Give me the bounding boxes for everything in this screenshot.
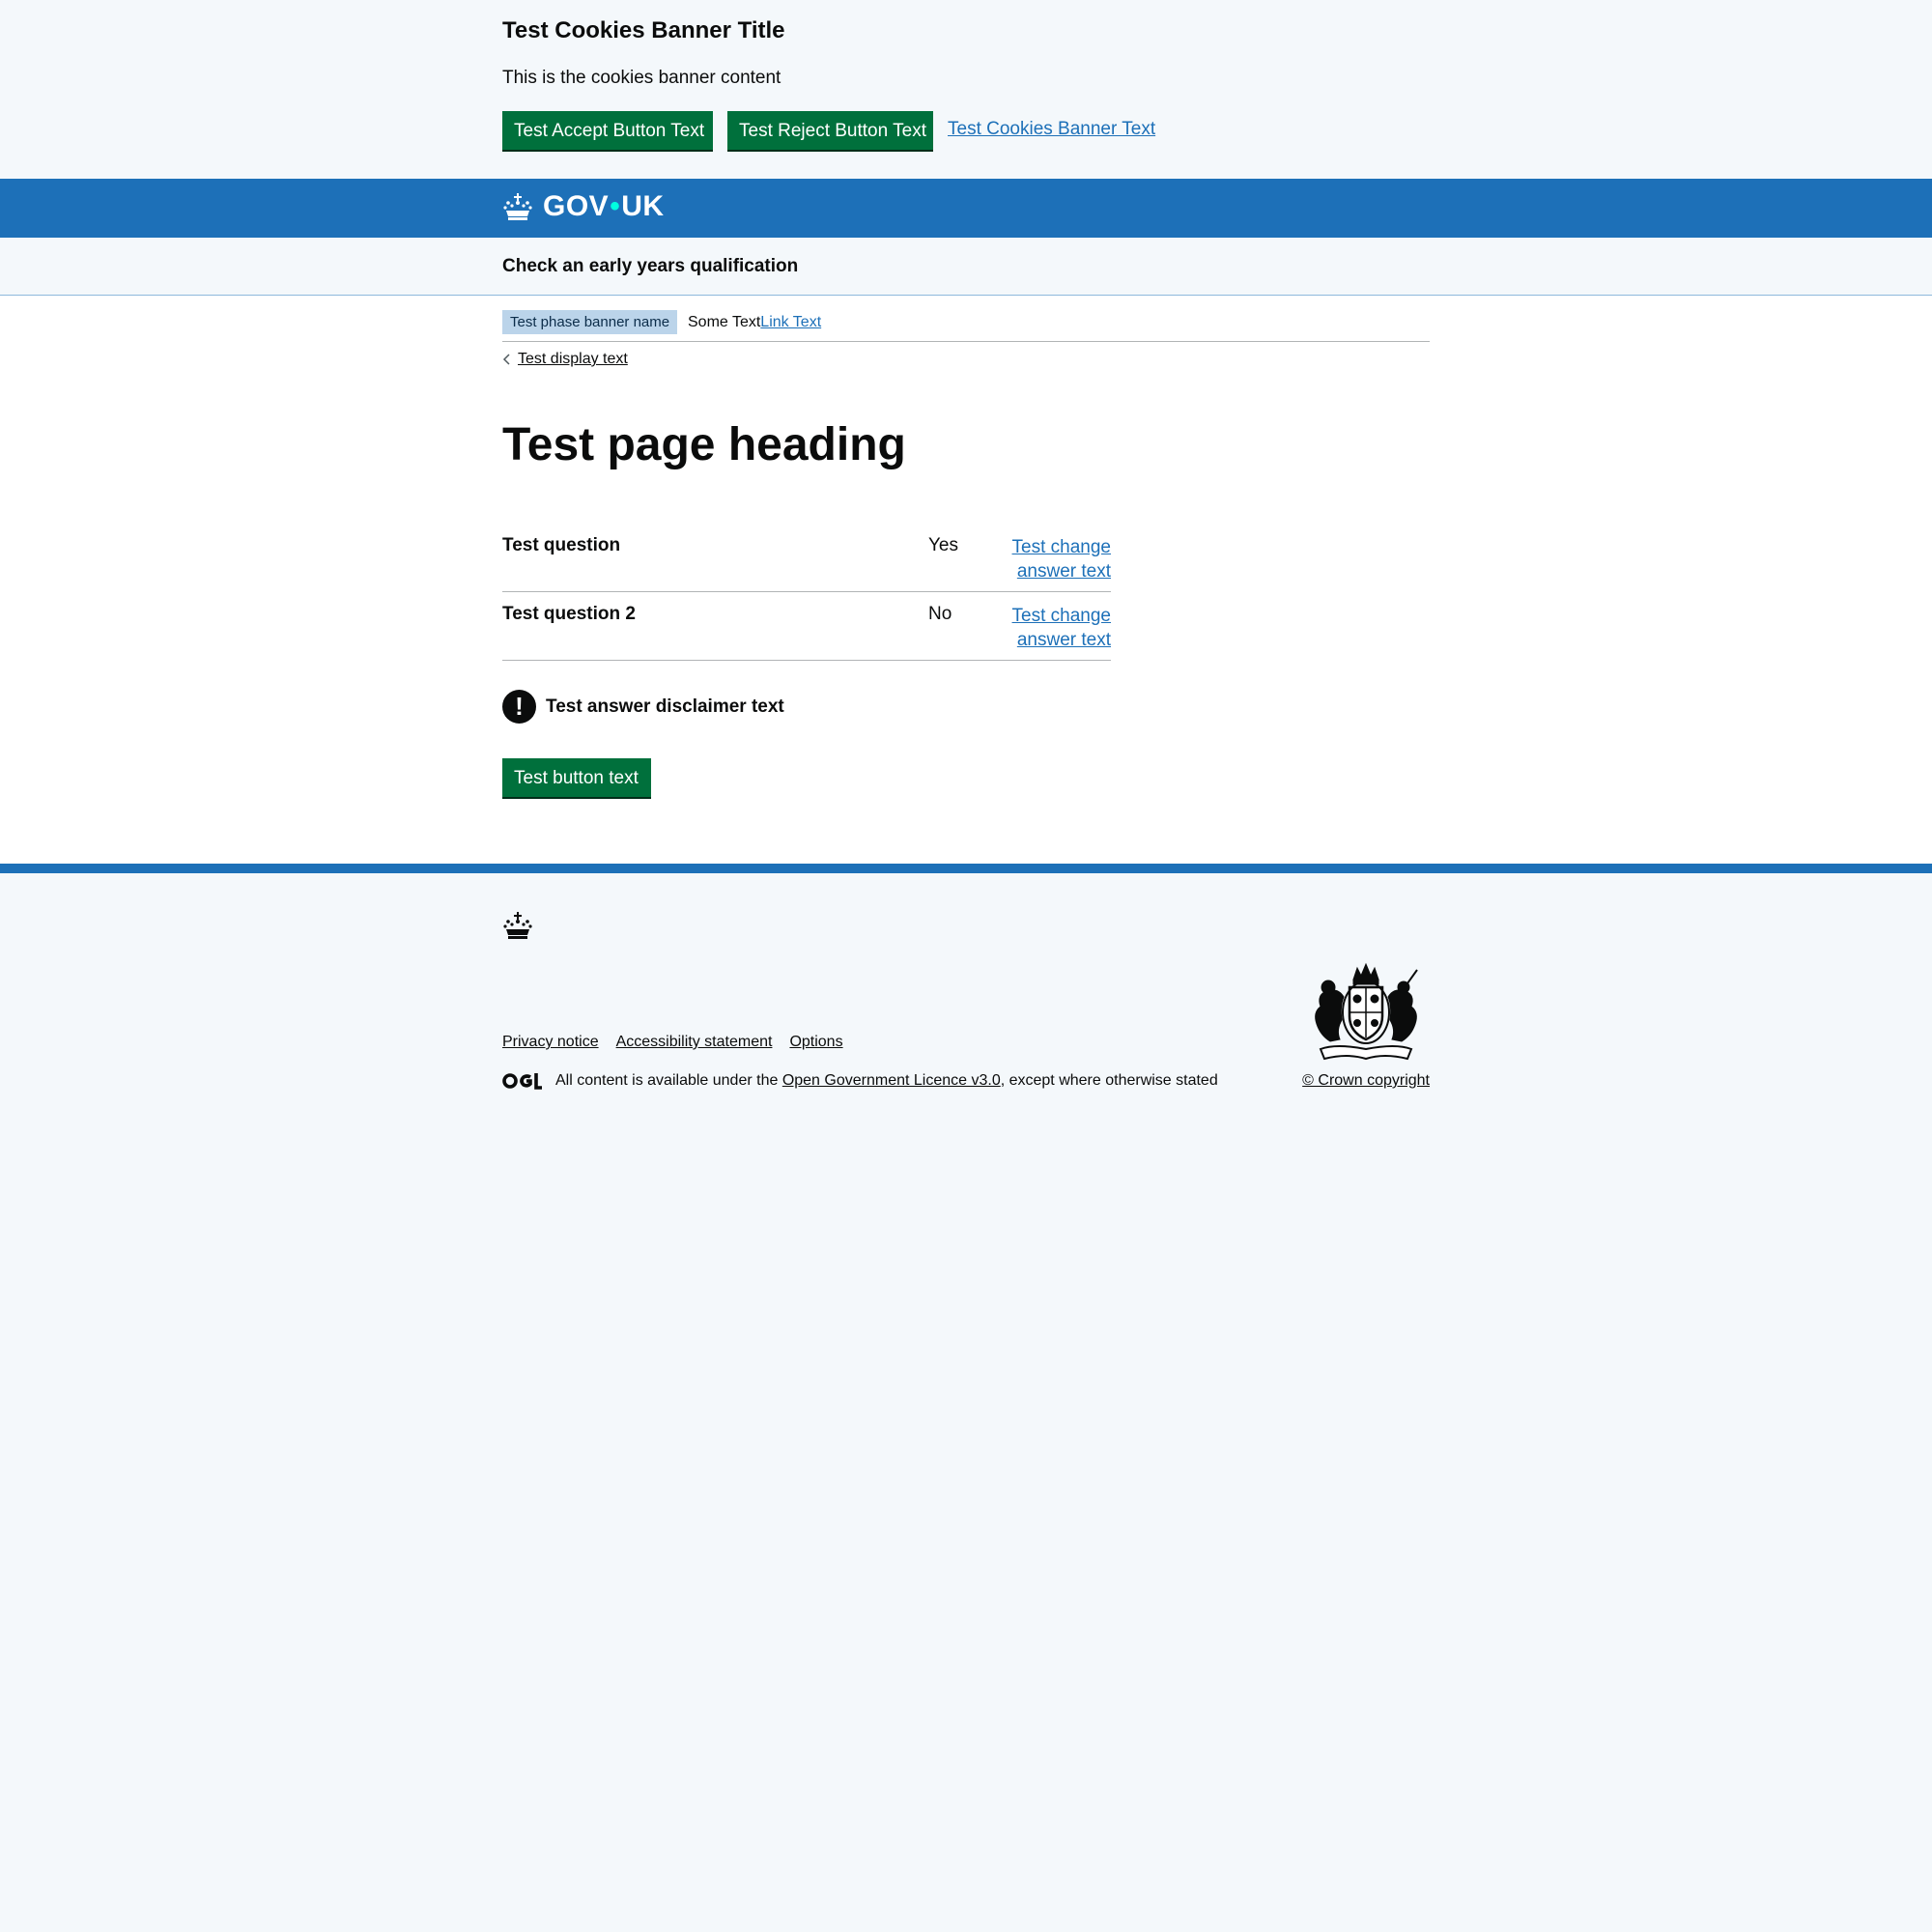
- footer-link-privacy[interactable]: Privacy notice: [502, 1034, 599, 1051]
- cookie-banner: Test Cookies Banner Title This is the co…: [0, 0, 1932, 179]
- cookie-banner-content: This is the cookies banner content: [502, 68, 781, 88]
- back-link[interactable]: Test display text: [502, 351, 628, 368]
- licence-prefix: All content is available under the: [555, 1072, 782, 1089]
- crown-icon: [503, 912, 532, 939]
- licence-description: All content is available under the Open …: [502, 1072, 1218, 1090]
- summary-row: Test question Yes Test change answer tex…: [502, 524, 1111, 592]
- continue-button[interactable]: Test button text: [502, 758, 651, 797]
- ogl-logo-icon: [502, 1073, 542, 1090]
- change-answer-link[interactable]: Test change answer text: [1005, 535, 1111, 583]
- footer-link-options[interactable]: Options: [789, 1034, 842, 1051]
- accept-cookies-button[interactable]: Test Accept Button Text: [502, 111, 713, 150]
- govuk-logotype: GOV•UK: [543, 190, 665, 222]
- govuk-logo-link[interactable]: GOV•UK: [502, 190, 665, 223]
- footer-link-accessibility[interactable]: Accessibility statement: [616, 1034, 773, 1051]
- summary-answer: Yes: [928, 535, 958, 555]
- phase-banner-link[interactable]: Link Text: [760, 314, 821, 330]
- page-heading: Test page heading: [502, 419, 906, 470]
- summary-question: Test question: [502, 535, 621, 555]
- govuk-header: GOV•UK: [0, 179, 1932, 238]
- summary-row: Test question 2 No Test change answer te…: [502, 592, 1111, 661]
- footer-links: Privacy notice Accessibility statement O…: [502, 1034, 843, 1051]
- summary-answer: No: [928, 604, 952, 624]
- service-navigation: Check an early years qualification: [0, 238, 1932, 296]
- licence-suffix: , except where otherwise stated: [1000, 1072, 1218, 1089]
- cookies-banner-link[interactable]: Test Cookies Banner Text: [948, 119, 1155, 140]
- footer: Privacy notice Accessibility statement O…: [0, 873, 1932, 1932]
- warning-message: Test answer disclaimer text: [546, 696, 784, 717]
- phase-tag: Test phase banner name: [502, 310, 678, 334]
- summary-question: Test question 2: [502, 604, 636, 624]
- phase-banner-text: Some TextLink Text: [688, 314, 822, 330]
- back-link-label: Test display text: [518, 351, 628, 367]
- change-answer-link[interactable]: Test change answer text: [1005, 604, 1111, 652]
- warning-icon: !: [502, 690, 536, 724]
- summary-list: Test question Yes Test change answer tex…: [502, 524, 1111, 661]
- footer-border: [0, 864, 1932, 873]
- royal-coat-of-arms-icon: [1315, 962, 1418, 1061]
- warning-text: ! Test answer disclaimer text: [502, 690, 784, 724]
- main-content: Test phase banner name Some TextLink Tex…: [0, 296, 1932, 864]
- crown-copyright-link[interactable]: © Crown copyright: [1302, 1072, 1430, 1090]
- phase-banner: Test phase banner name Some TextLink Tex…: [502, 303, 1430, 342]
- open-government-licence-link[interactable]: Open Government Licence v3.0: [782, 1072, 1001, 1090]
- reject-cookies-button[interactable]: Test Reject Button Text: [727, 111, 933, 150]
- crown-icon: [503, 193, 532, 220]
- cookie-banner-title: Test Cookies Banner Title: [502, 17, 785, 43]
- service-name[interactable]: Check an early years qualification: [502, 256, 798, 277]
- chevron-left-icon: [502, 354, 510, 365]
